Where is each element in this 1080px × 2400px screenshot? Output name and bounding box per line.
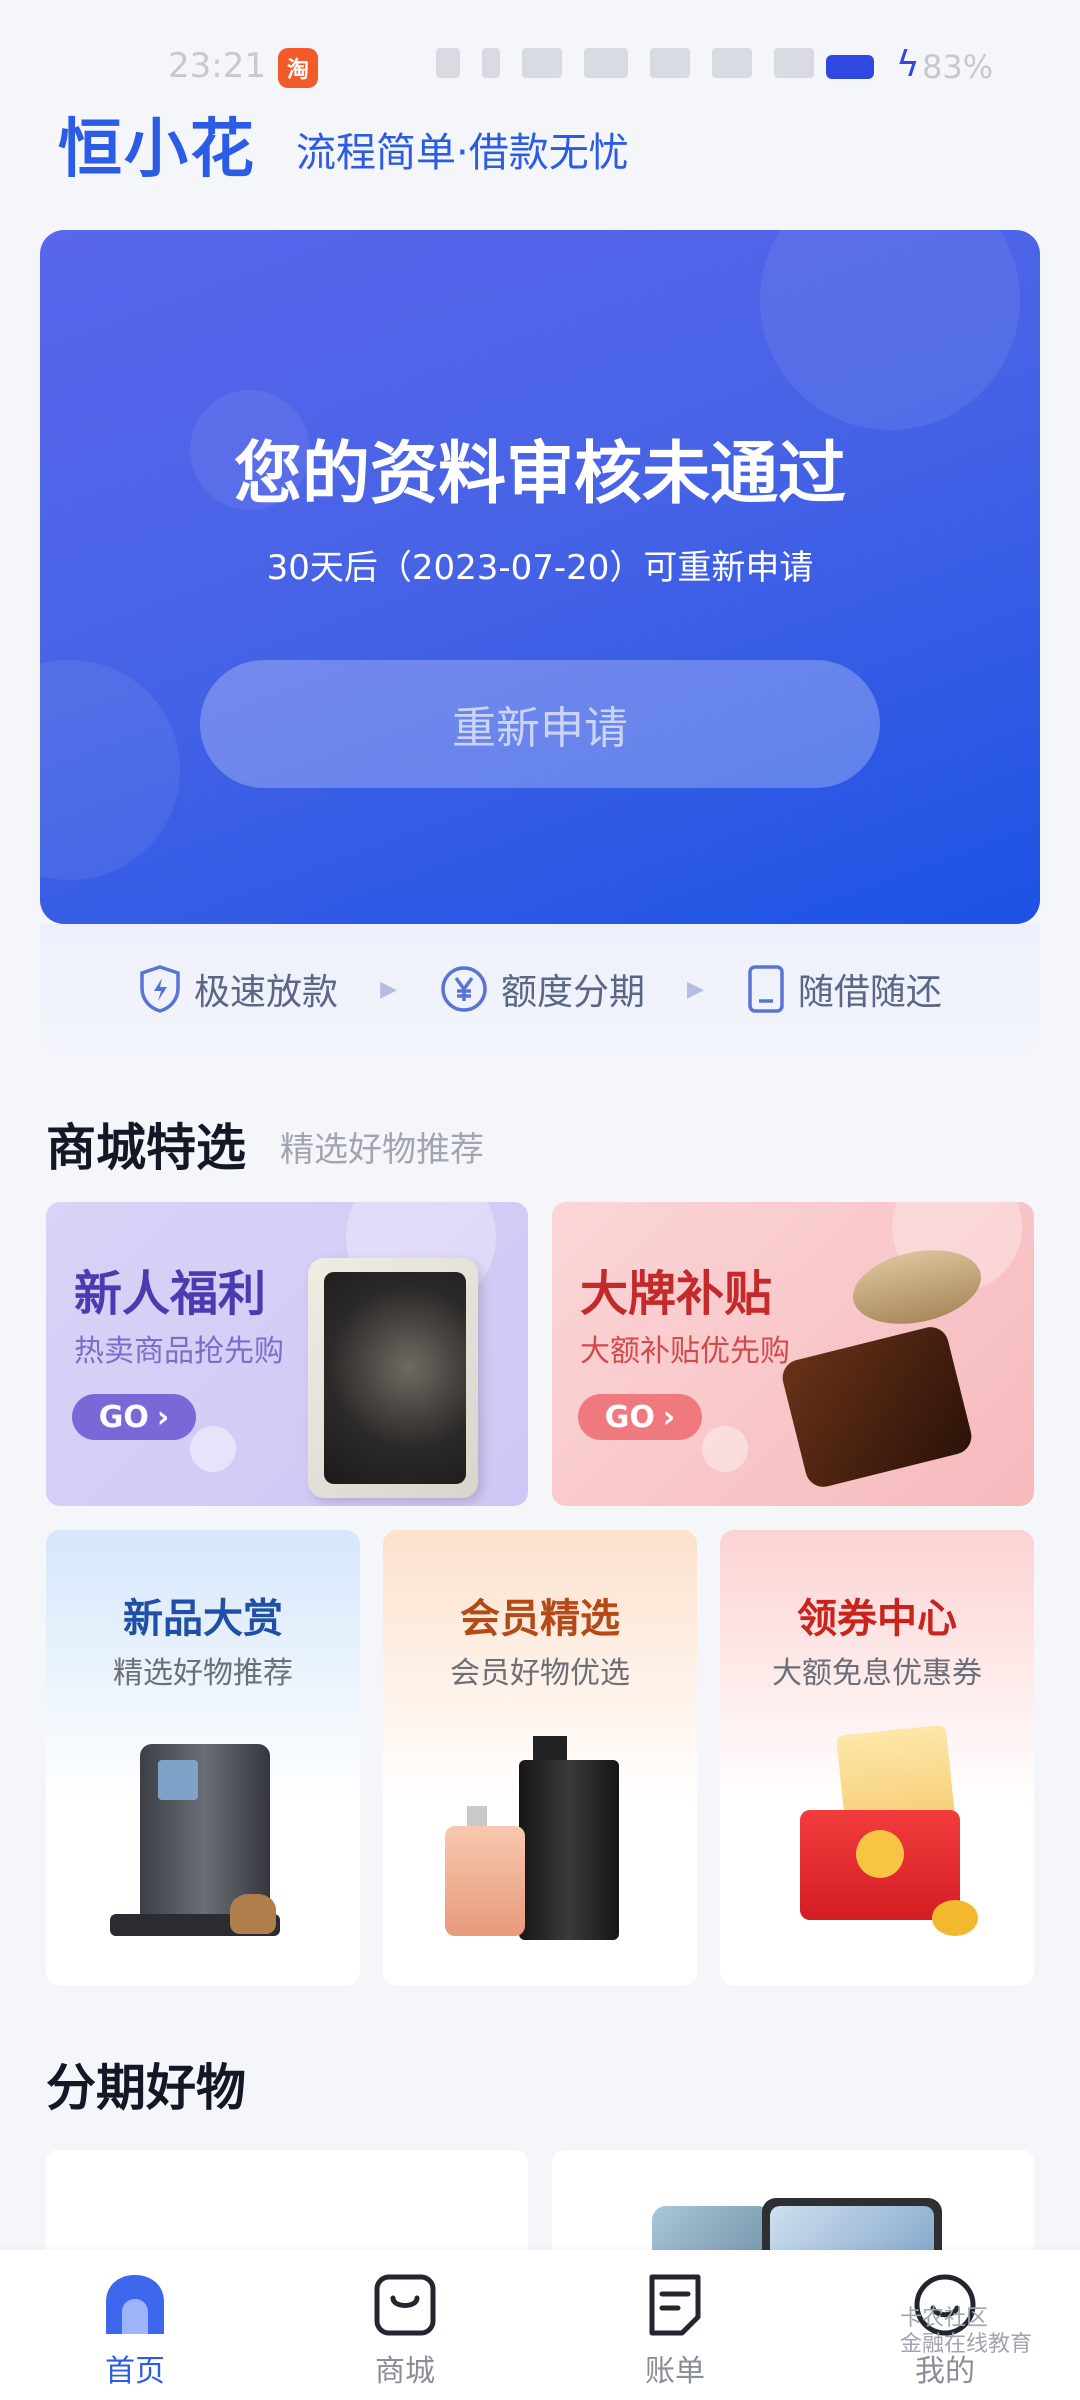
- feature-flexible-repay: 随借随还: [746, 963, 942, 1015]
- hd-icon: [650, 48, 690, 78]
- promo-card-brand[interactable]: 大牌补贴 大额补贴优先购 GO ›: [552, 1202, 1034, 1506]
- phone-icon: [746, 964, 786, 1014]
- brand-slogan: 流程简单·借款无忧: [296, 130, 629, 176]
- wifi-icon: [584, 48, 628, 78]
- arrow-right-icon: ▶: [687, 976, 704, 1002]
- category-card-member-picks[interactable]: 会员精选 会员好物优选: [383, 1530, 697, 1986]
- nav-tab-bill[interactable]: 账单: [540, 2250, 810, 2400]
- data-speed-icon: [522, 48, 562, 78]
- chevron-right-icon: ›: [662, 1399, 676, 1435]
- category-card-new-arrivals[interactable]: 新品大赏 精选好物推荐: [46, 1530, 360, 1986]
- mall-section-title: 商城特选: [46, 1119, 246, 1177]
- feature-label: 额度分期: [500, 972, 645, 1013]
- status-time: 23:21: [168, 46, 266, 86]
- decor-bubble: [760, 230, 1020, 430]
- feature-label: 极速放款: [194, 972, 339, 1013]
- decor-bubble: [190, 1426, 236, 1472]
- coupon-red-envelope-image: [772, 1724, 992, 1950]
- feature-installment: 额度分期: [439, 963, 645, 1015]
- nav-tab-home[interactable]: 首页: [0, 2250, 270, 2400]
- arrow-right-icon: ▶: [380, 976, 397, 1002]
- decor-bubble: [40, 660, 180, 880]
- category-subtitle: 会员好物优选: [450, 1656, 630, 1691]
- watermark-line: 金融在线教育: [900, 2332, 1033, 2357]
- category-title: 会员精选: [460, 1596, 620, 1642]
- nav-label: 商城: [375, 2354, 435, 2389]
- chevron-right-icon: ›: [156, 1399, 170, 1435]
- category-card-coupon-center[interactable]: 领券中心 大额免息优惠券: [720, 1530, 1034, 1986]
- signal-icon: [712, 48, 752, 78]
- shield-bolt-icon: [138, 964, 182, 1014]
- feature-label: 随借随还: [797, 972, 942, 1013]
- category-subtitle: 精选好物推荐: [113, 1656, 293, 1691]
- tablet-image: [308, 1258, 478, 1498]
- nav-label: 账单: [645, 2354, 705, 2389]
- shopping-bag-icon: [372, 2272, 438, 2338]
- coffee-machine-image: [110, 1744, 290, 1944]
- watermark: 卡农社区 金融在线教育: [900, 2306, 1032, 2358]
- promo-card-newcomer[interactable]: 新人福利 热卖商品抢先购 GO ›: [46, 1202, 528, 1506]
- go-label: GO: [98, 1399, 149, 1435]
- status-bar: 23:21 淘 ϟ 83%: [0, 0, 1080, 100]
- promo-go-button[interactable]: GO ›: [72, 1394, 196, 1440]
- battery-percent: 83%: [922, 48, 994, 86]
- status-icons: [436, 48, 814, 78]
- yen-circle-icon: [439, 964, 489, 1014]
- battery-icon: [826, 55, 874, 79]
- decor-bubble: [702, 1426, 748, 1472]
- review-status-card: 您的资料审核未通过 30天后（2023-07-20）可重新申请 重新申请: [40, 230, 1040, 924]
- nav-label: 首页: [105, 2354, 165, 2389]
- perfume-image: [445, 1736, 645, 1956]
- promo-subtitle: 热卖商品抢先购: [74, 1334, 284, 1369]
- bill-icon: [642, 2272, 708, 2338]
- taobao-app-icon: 淘: [278, 48, 318, 88]
- promo-go-button[interactable]: GO ›: [578, 1394, 702, 1440]
- installment-section-title: 分期好物: [46, 2059, 246, 2117]
- promo-title: 新人福利: [74, 1266, 267, 1322]
- promo-title: 大牌补贴: [580, 1266, 773, 1322]
- nfc-icon: [436, 48, 460, 78]
- category-subtitle: 大额免息优惠券: [772, 1656, 982, 1691]
- watermark-line: 卡农社区: [900, 2306, 989, 2331]
- charging-icon: ϟ: [896, 44, 920, 85]
- mall-section-subtitle: 精选好物推荐: [280, 1130, 484, 1170]
- features-bar: 极速放款 ▶ 额度分期 ▶ 随借随还: [40, 924, 1040, 1054]
- skincare-jar-image: [778, 1239, 1012, 1492]
- signal-2-icon: [774, 48, 814, 78]
- feature-fast-loan: 极速放款: [138, 963, 338, 1015]
- promo-subtitle: 大额补贴优先购: [580, 1334, 790, 1369]
- category-title: 领券中心: [797, 1596, 957, 1642]
- home-icon: [102, 2272, 168, 2338]
- reapply-date-text: 30天后（2023-07-20）可重新申请: [266, 548, 814, 588]
- nav-tab-mall[interactable]: 商城: [270, 2250, 540, 2400]
- review-status-title: 您的资料审核未通过: [233, 435, 846, 514]
- bluetooth-icon: [482, 48, 500, 78]
- go-label: GO: [604, 1399, 655, 1435]
- reapply-button[interactable]: 重新申请: [200, 660, 880, 788]
- brand-logo: 恒小花: [58, 113, 256, 187]
- category-title: 新品大赏: [123, 1596, 283, 1642]
